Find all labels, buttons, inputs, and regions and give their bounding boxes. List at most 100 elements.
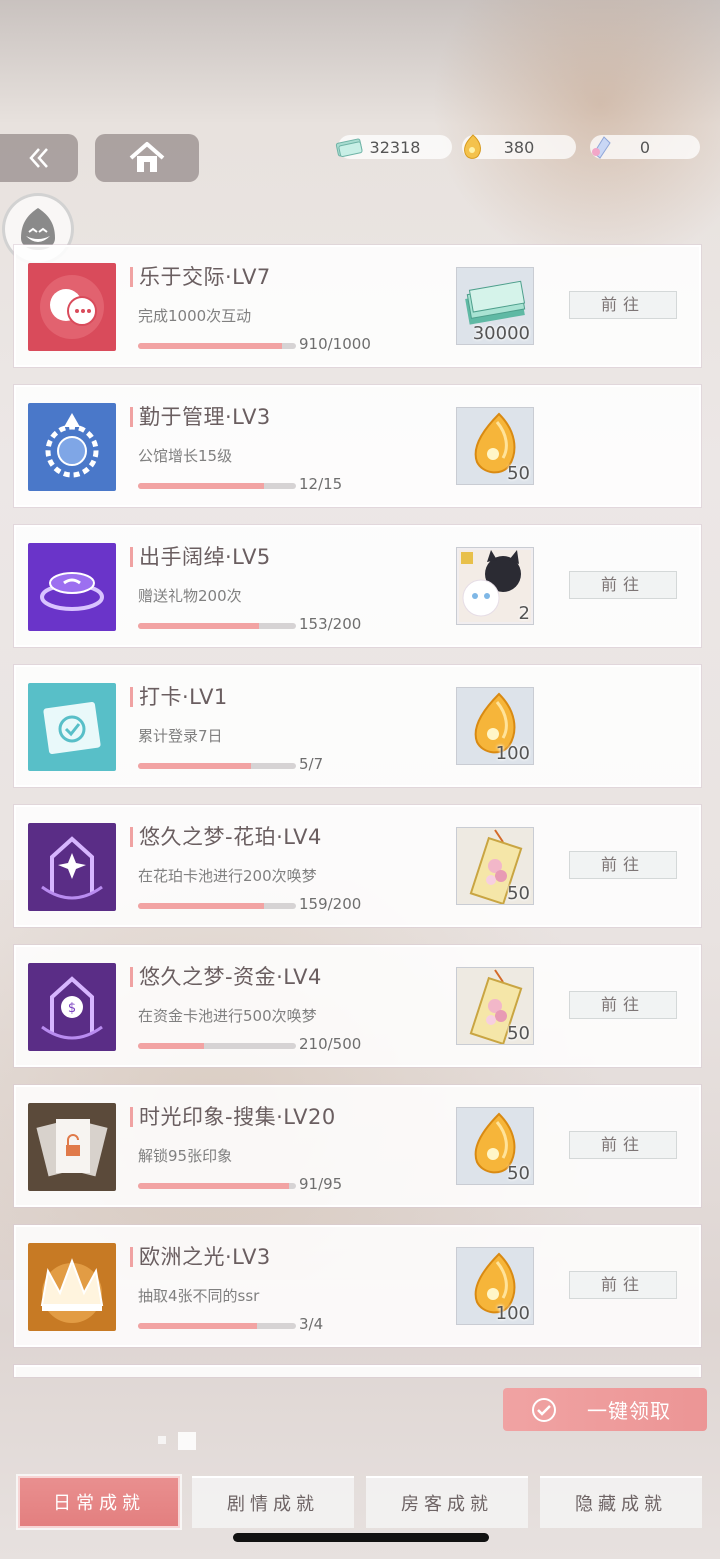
amber-gem-icon (464, 134, 481, 159)
progress-text: 12/15 (299, 475, 343, 493)
reward-item[interactable]: 100 (456, 687, 534, 765)
go-button[interactable]: 前往 (569, 1131, 677, 1159)
tab-hidden[interactable]: 隐藏成就 (540, 1476, 702, 1528)
reward-count: 50 (507, 883, 530, 904)
achievement-list[interactable]: 乐于交际·LV7 完成1000次互动 910/1000 30000 前往 勤于管… (14, 245, 701, 1377)
title-accent (130, 407, 133, 427)
home-button[interactable] (95, 134, 199, 182)
title-accent (130, 1107, 133, 1127)
currency-crystal: 0 (590, 135, 700, 159)
title-accent (130, 967, 133, 987)
reward-count: 50 (507, 1023, 530, 1044)
gear-emblem-icon (28, 403, 116, 491)
reward-item[interactable]: 100 (456, 1247, 534, 1325)
crystal-icon (592, 136, 611, 159)
achievement-card: 勤于管理·LV3 公馆增长15级 12/15 50 (14, 385, 701, 507)
achievement-card-partial (14, 1365, 701, 1377)
progress-text: 159/200 (299, 895, 362, 913)
achievement-card: 出手阔绰·LV5 赠送礼物200次 153/200 2 前往 (14, 525, 701, 647)
achievement-card: $ 悠久之梦-资金·LV4 在资金卡池进行500次唤梦 210/500 50 前… (14, 945, 701, 1067)
reward-item[interactable]: 30000 (456, 267, 534, 345)
reward-count: 2 (518, 603, 530, 624)
coin-shrine-icon: $ (28, 963, 116, 1051)
achievement-description: 解锁95张印象 (138, 1147, 233, 1165)
reward-count: 30000 (472, 323, 530, 344)
title-accent (130, 827, 133, 847)
achievement-card: 欧洲之光·LV3 抽取4张不同的ssr 3/4 100 前往 (14, 1225, 701, 1347)
reward-count: 50 (507, 1163, 530, 1184)
progress-bar (138, 1323, 296, 1329)
title-accent (130, 1247, 133, 1267)
go-button[interactable]: 前往 (569, 851, 677, 879)
reward-count: 100 (495, 1303, 530, 1324)
achievement-title: 勤于管理·LV3 (139, 405, 271, 429)
go-button[interactable]: 前往 (569, 291, 677, 319)
achievement-card: 打卡·LV1 累计登录7日 5/7 100 (14, 665, 701, 787)
achievement-title: 打卡·LV1 (139, 685, 228, 709)
achievement-title: 欧洲之光·LV3 (139, 1245, 271, 1269)
progress-bar (138, 903, 296, 909)
tab-daily[interactable]: 日常成就 (18, 1476, 180, 1528)
reward-item[interactable]: 50 (456, 407, 534, 485)
crown-icon (28, 1243, 116, 1331)
calendar-check-icon (28, 683, 116, 771)
progress-text: 210/500 (299, 1035, 362, 1053)
gift-ring-icon (28, 543, 116, 631)
reward-item[interactable]: 2 (456, 547, 534, 625)
tab-tenant[interactable]: 房客成就 (366, 1476, 528, 1528)
tab-story[interactable]: 剧情成就 (192, 1476, 354, 1528)
flower-shrine-icon (28, 823, 116, 911)
progress-bar (138, 343, 296, 349)
achievement-card: 时光印象-搜集·LV20 解锁95张印象 91/95 50 前往 (14, 1085, 701, 1207)
title-accent (130, 687, 133, 707)
achievement-title: 悠久之梦-花珀·LV4 (139, 825, 322, 849)
progress-bar (138, 1183, 296, 1189)
progress-bar (138, 1043, 296, 1049)
achievement-description: 在资金卡池进行500次唤梦 (138, 1007, 317, 1025)
currency-banknote: 32318 (335, 135, 452, 159)
reward-count: 100 (495, 743, 530, 764)
double-chevron-left-icon (29, 148, 48, 168)
progress-text: 153/200 (299, 615, 362, 633)
claim-all-button[interactable]: 一键领取 (503, 1388, 707, 1431)
achievement-title: 悠久之梦-资金·LV4 (139, 965, 322, 989)
claim-all-label: 一键领取 (587, 1399, 671, 1423)
card-lock-icon (28, 1103, 116, 1191)
reward-item[interactable]: 50 (456, 1107, 534, 1185)
home-indicator[interactable] (233, 1533, 489, 1542)
go-button[interactable]: 前往 (569, 991, 677, 1019)
achievement-description: 抽取4张不同的ssr (138, 1287, 260, 1305)
svg-text:$: $ (68, 1001, 76, 1016)
banknote-icon (335, 138, 363, 158)
progress-bar (138, 483, 296, 489)
progress-text: 3/4 (299, 1315, 324, 1333)
progress-bar (138, 763, 296, 769)
achievement-card: 悠久之梦-花珀·LV4 在花珀卡池进行200次唤梦 159/200 50 前往 (14, 805, 701, 927)
progress-text: 5/7 (299, 755, 324, 773)
currency-amber: 380 (462, 134, 576, 159)
title-accent (130, 267, 133, 287)
go-button[interactable]: 前往 (569, 1271, 677, 1299)
progress-bar (138, 623, 296, 629)
category-tabs: 日常成就 剧情成就 房客成就 隐藏成就 (18, 1476, 708, 1532)
achievement-description: 累计登录7日 (138, 727, 223, 745)
home-icon (129, 142, 165, 172)
achievement-description: 公馆增长15级 (138, 447, 233, 465)
achievement-description: 在花珀卡池进行200次唤梦 (138, 867, 317, 885)
back-button[interactable] (0, 134, 78, 182)
go-button[interactable]: 前往 (569, 571, 677, 599)
reward-item[interactable]: 50 (456, 967, 534, 1046)
achievement-description: 完成1000次互动 (138, 307, 252, 325)
chat-bubbles-icon (28, 263, 116, 351)
reward-count: 50 (507, 463, 530, 484)
achievement-card: 乐于交际·LV7 完成1000次互动 910/1000 30000 前往 (14, 245, 701, 367)
check-circle-icon (532, 1397, 556, 1422)
title-accent (130, 547, 133, 567)
progress-text: 910/1000 (299, 335, 371, 353)
achievement-title: 出手阔绰·LV5 (139, 545, 271, 569)
reward-item[interactable]: 50 (456, 827, 534, 906)
progress-text: 91/95 (299, 1175, 343, 1193)
achievement-title: 乐于交际·LV7 (139, 265, 271, 289)
achievement-title: 时光印象-搜集·LV20 (139, 1105, 336, 1129)
achievement-description: 赠送礼物200次 (138, 587, 242, 605)
